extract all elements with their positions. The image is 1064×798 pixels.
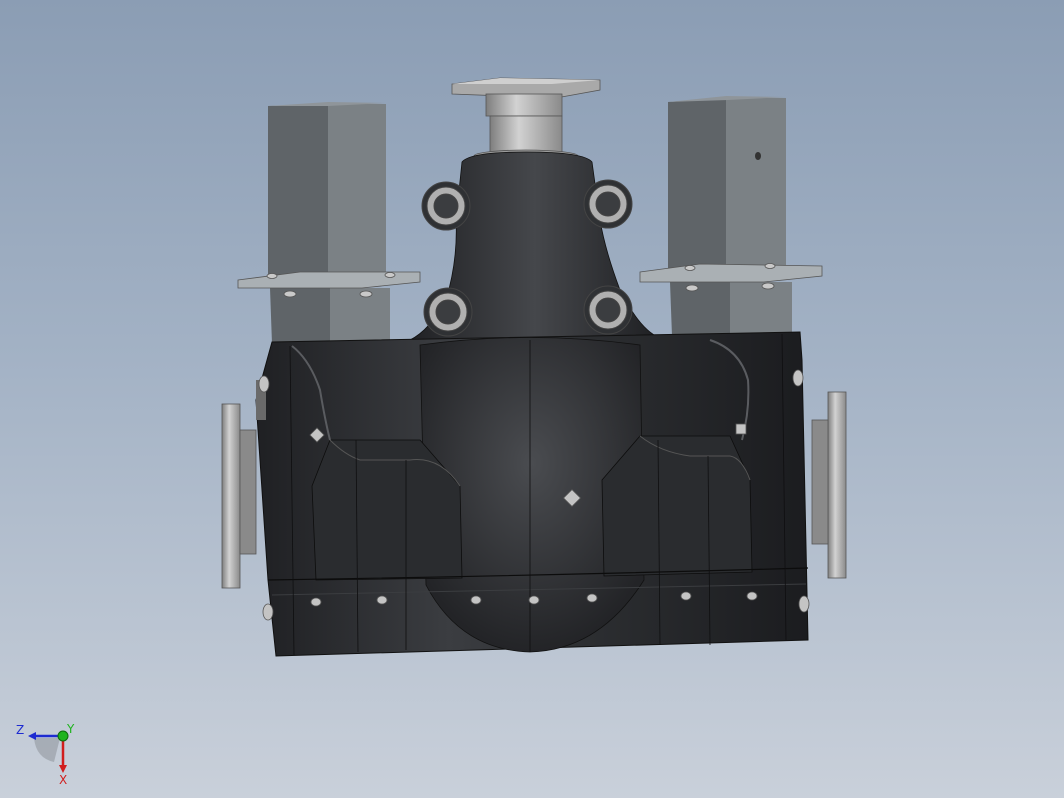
- orientation-triad[interactable]: Z Y X: [10, 718, 80, 788]
- main-housing[interactable]: [255, 331, 809, 657]
- z-axis-label: Z: [16, 723, 24, 737]
- top-flange[interactable]: [451, 77, 601, 163]
- left-side-flange[interactable]: [221, 380, 266, 589]
- z-arrowhead-icon: [28, 732, 36, 740]
- triad-plane-shading: [34, 738, 60, 762]
- cad-model[interactable]: [0, 0, 1064, 798]
- left-square-tube[interactable]: [237, 102, 421, 344]
- right-square-tube[interactable]: [639, 96, 823, 336]
- graphics-viewport[interactable]: Z Y X: [0, 0, 1064, 798]
- x-arrowhead-icon: [59, 765, 67, 773]
- y-axis-label: Y: [66, 722, 75, 736]
- x-axis-label: X: [59, 773, 67, 787]
- right-side-flange[interactable]: [811, 391, 847, 579]
